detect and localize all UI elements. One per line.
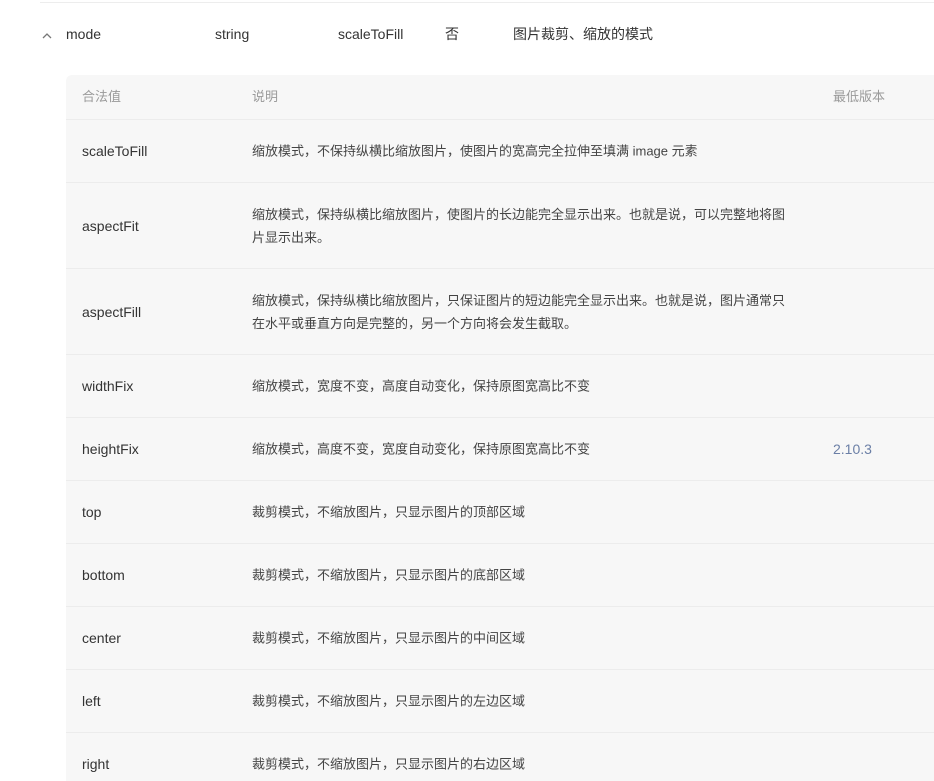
description-cell: 缩放模式，高度不变，宽度自动变化，保持原图宽高比不变: [252, 441, 591, 457]
description-cell: 裁剪模式，不缩放图片，只显示图片的顶部区域: [252, 504, 526, 520]
property-default: scaleToFill: [338, 26, 404, 42]
value-cell: aspectFit: [82, 217, 139, 234]
property-type: string: [215, 26, 250, 42]
property-name: mode: [66, 26, 102, 42]
description-cell: 缩放模式，保持纵横比缩放图片，只保证图片的短边能完全显示出来。也就是说，图片通常…: [252, 292, 786, 331]
description-cell: 裁剪模式，不缩放图片，只显示图片的底部区域: [252, 567, 526, 583]
header-value: 合法值: [82, 89, 122, 104]
value-cell: right: [82, 756, 110, 772]
description-cell: 缩放模式，不保持纵横比缩放图片，使图片的宽高完全拉伸至填满 image 元素: [252, 143, 698, 159]
chevron-up-icon[interactable]: [40, 29, 54, 43]
value-cell: center: [82, 630, 121, 646]
description-cell: 缩放模式，宽度不变，高度自动变化，保持原图宽高比不变: [252, 378, 591, 394]
table-row: widthFix 缩放模式，宽度不变，高度自动变化，保持原图宽高比不变: [66, 355, 934, 418]
table-row: top 裁剪模式，不缩放图片，只显示图片的顶部区域: [66, 481, 934, 544]
header-min-version: 最低版本: [833, 89, 886, 104]
table-row: aspectFill 缩放模式，保持纵横比缩放图片，只保证图片的短边能完全显示出…: [66, 269, 934, 355]
table-row: center 裁剪模式，不缩放图片，只显示图片的中间区域: [66, 607, 934, 670]
values-table: 合法值 说明 最低版本 scaleToFill 缩放模式，不保持纵横比缩放图片，…: [66, 75, 934, 781]
table-row: aspectFit 缩放模式，保持纵横比缩放图片，使图片的长边能完全显示出来。也…: [66, 183, 934, 269]
value-cell: bottom: [82, 567, 125, 583]
value-cell: aspectFill: [82, 303, 142, 320]
description-cell: 裁剪模式，不缩放图片，只显示图片的左边区域: [252, 693, 526, 709]
description-cell: 缩放模式，保持纵横比缩放图片，使图片的长边能完全显示出来。也就是说，可以完整地将…: [252, 206, 786, 245]
table-row: bottom 裁剪模式，不缩放图片，只显示图片的底部区域: [66, 544, 934, 607]
table-row: scaleToFill 缩放模式，不保持纵横比缩放图片，使图片的宽高完全拉伸至填…: [66, 120, 934, 183]
property-required: 否: [445, 26, 459, 42]
table-row: right 裁剪模式，不缩放图片，只显示图片的右边区域: [66, 733, 934, 781]
table-row: heightFix 缩放模式，高度不变，宽度自动变化，保持原图宽高比不变 2.1…: [66, 418, 934, 481]
property-description: 图片裁剪、缩放的模式: [513, 26, 653, 42]
value-cell: heightFix: [82, 441, 139, 457]
version-link[interactable]: 2.10.3: [833, 440, 872, 458]
values-table-header: 合法值 说明 最低版本: [66, 75, 934, 120]
value-cell: widthFix: [82, 378, 134, 394]
property-row-mode[interactable]: mode string scaleToFill 否 图片裁剪、缩放的模式: [0, 3, 934, 65]
value-cell: left: [82, 693, 101, 709]
value-cell: scaleToFill: [82, 143, 148, 159]
description-cell: 裁剪模式，不缩放图片，只显示图片的中间区域: [252, 630, 526, 646]
table-row: left 裁剪模式，不缩放图片，只显示图片的左边区域: [66, 670, 934, 733]
description-cell: 裁剪模式，不缩放图片，只显示图片的右边区域: [252, 756, 526, 772]
header-description: 说明: [252, 89, 279, 104]
value-cell: top: [82, 504, 102, 520]
